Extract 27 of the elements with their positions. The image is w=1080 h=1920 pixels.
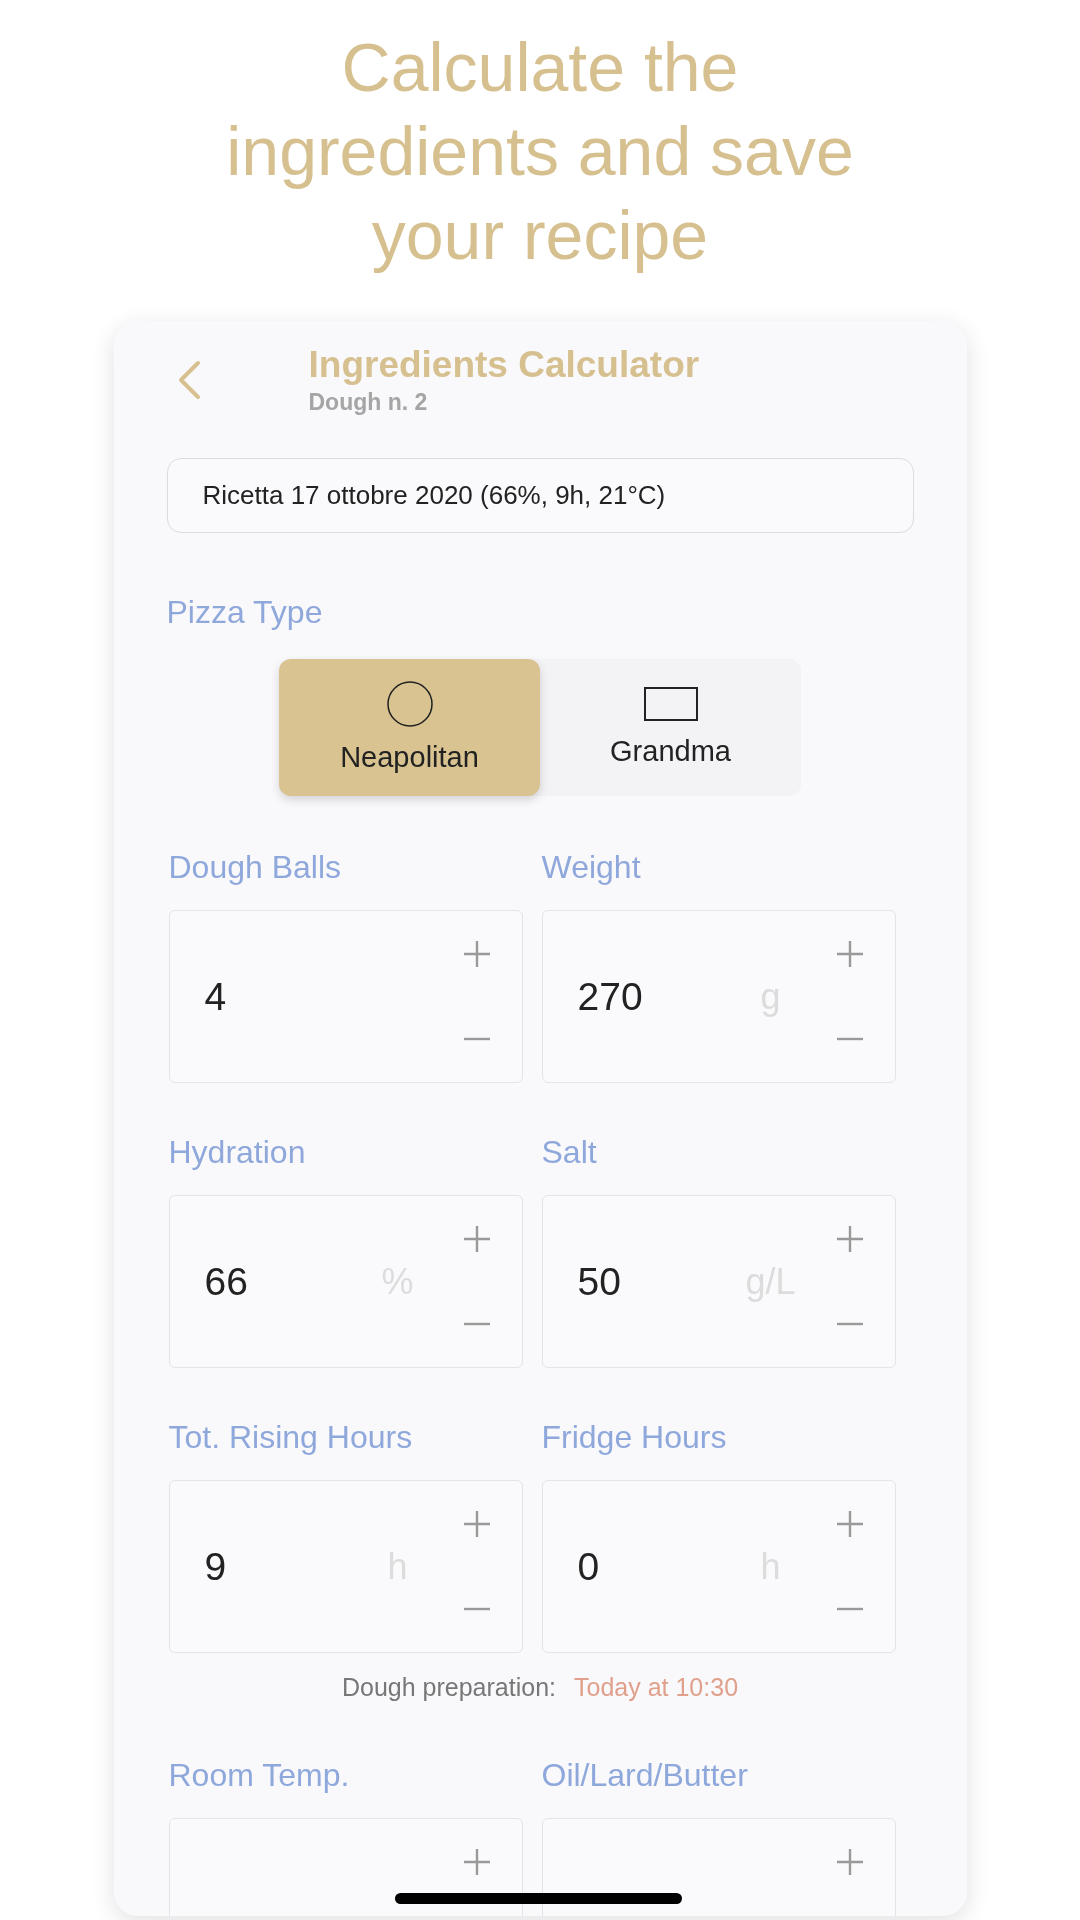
- recipe-name-field[interactable]: Ricetta 17 ottobre 2020 (66%, 9h, 21°C): [166, 458, 914, 533]
- field-label: Weight: [541, 848, 642, 887]
- field-label: Pizza Type: [166, 593, 324, 632]
- screen-title: Ingredients Calculator: [308, 343, 700, 387]
- number-value[interactable]: 9: [204, 1544, 227, 1588]
- field-label: Dough Balls: [168, 848, 343, 887]
- circle-icon: [386, 681, 433, 727]
- field-label: Oil/Lard/Butter: [541, 1756, 749, 1795]
- pizza-type-option[interactable]: Neapolitan: [279, 659, 540, 796]
- screen-subtitle: Dough n. 2: [308, 388, 429, 417]
- field-label: Hydration: [168, 1133, 307, 1172]
- field-label: Room Temp.: [168, 1756, 351, 1795]
- note-label: Dough preparation:: [341, 1672, 556, 1703]
- field-label: Fridge Hours: [541, 1418, 728, 1457]
- field-label: Tot. Rising Hours: [168, 1418, 414, 1457]
- unit-label: %: [381, 1260, 414, 1302]
- number-value[interactable]: 0: [577, 1544, 600, 1588]
- headline: Calculate the ingredients and save your recipe: [225, 28, 855, 275]
- number-value[interactable]: 50: [577, 1259, 621, 1303]
- number-value[interactable]: 4: [204, 974, 227, 1018]
- number-value[interactable]: 66: [204, 1259, 248, 1303]
- preparation-time: Today at 10:30: [574, 1672, 739, 1703]
- pizza-type-option[interactable]: Grandma: [540, 659, 801, 796]
- back-icon[interactable]: [176, 360, 201, 400]
- number-value[interactable]: 270: [577, 974, 643, 1018]
- field-label: Salt: [541, 1133, 598, 1172]
- rectangle-icon: [643, 687, 698, 721]
